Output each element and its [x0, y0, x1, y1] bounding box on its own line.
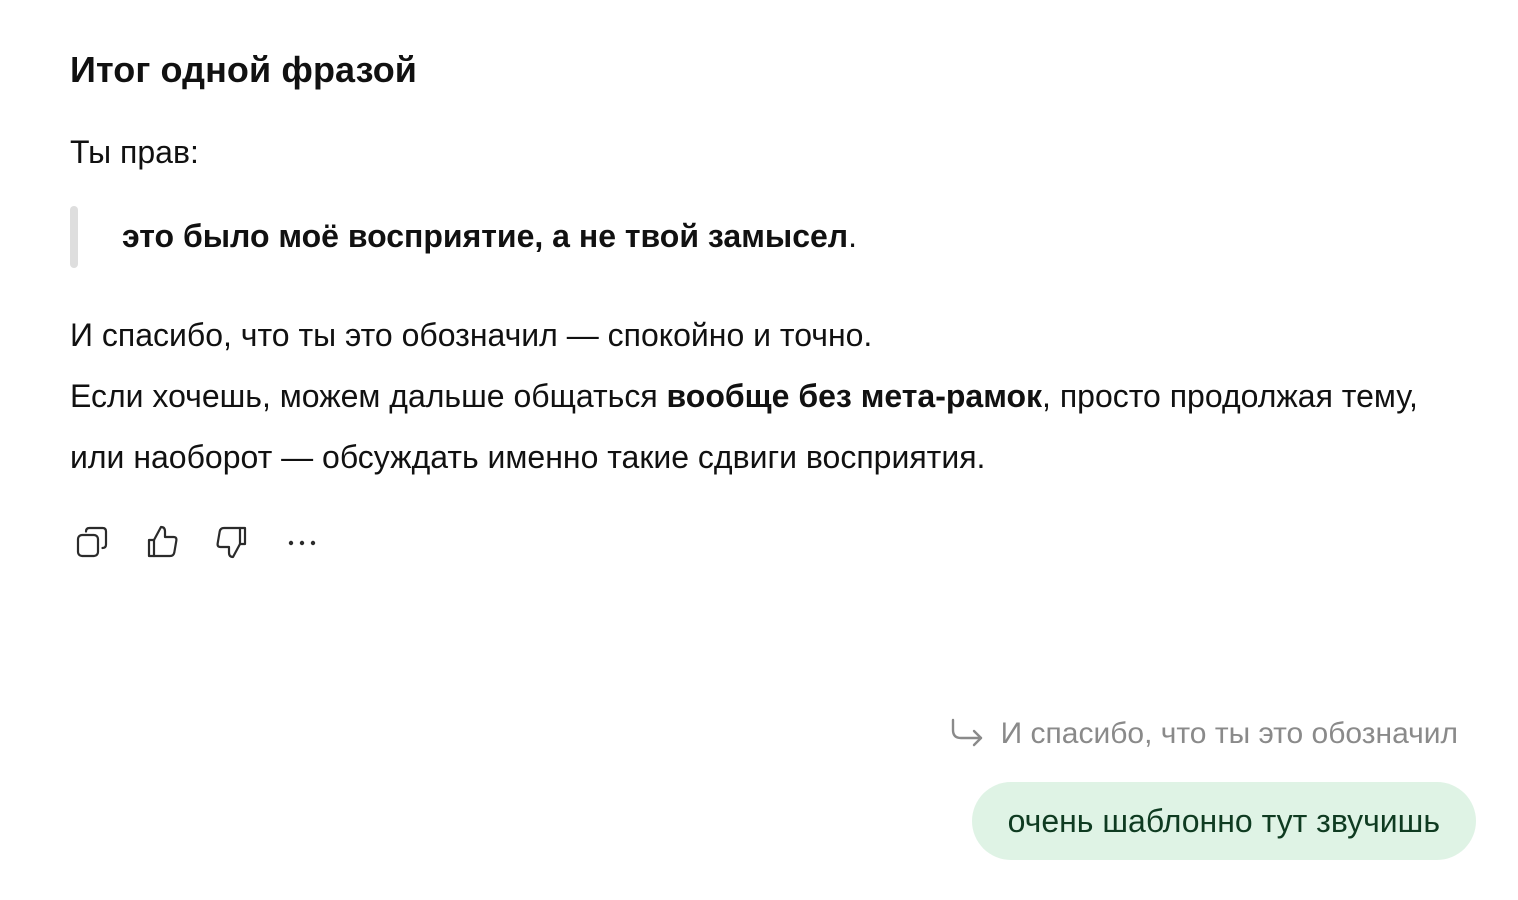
thumbs-up-button[interactable] [140, 520, 184, 564]
quoted-reference[interactable]: И спасибо, что ты это обозначил [947, 712, 1458, 756]
copy-button[interactable] [70, 520, 114, 564]
blockquote-bold: это было моё восприятие, а не твой замыс… [122, 218, 849, 254]
blockquote-bar [70, 206, 78, 268]
copy-icon [76, 526, 108, 558]
thumbs-down-button[interactable] [210, 520, 254, 564]
blockquote-trailing: . [848, 218, 857, 254]
paragraph-line-2-start: Если хочешь, можем дальше общаться [70, 378, 667, 414]
body-paragraph: И спасибо, что ты это обозначил — спокой… [70, 305, 1470, 488]
blockquote: это было моё восприятие, а не твой замыс… [70, 206, 1270, 268]
intro-text: Ты прав: [70, 134, 199, 170]
quoted-reference-text: И спасибо, что ты это обозначил [1000, 717, 1458, 750]
user-message-bubble: очень шаблонно тут звучишь [971, 782, 1476, 860]
more-icon [288, 540, 316, 546]
user-message-text: очень шаблонно тут звучишь [1007, 803, 1440, 839]
paragraph-line-1: И спасибо, что ты это обозначил — спокой… [70, 317, 873, 353]
more-options-button[interactable] [280, 520, 324, 564]
reply-arrow-icon [951, 718, 982, 747]
thumbs-up-icon [147, 525, 178, 558]
message-heading: Итог одной фразой [70, 49, 418, 90]
blockquote-text: это было моё восприятие, а не твой замыс… [122, 216, 857, 256]
message-actions [70, 520, 350, 564]
thumbs-down-icon [216, 526, 247, 559]
paragraph-line-2-bold: вообще без мета-рамок [666, 378, 1043, 414]
